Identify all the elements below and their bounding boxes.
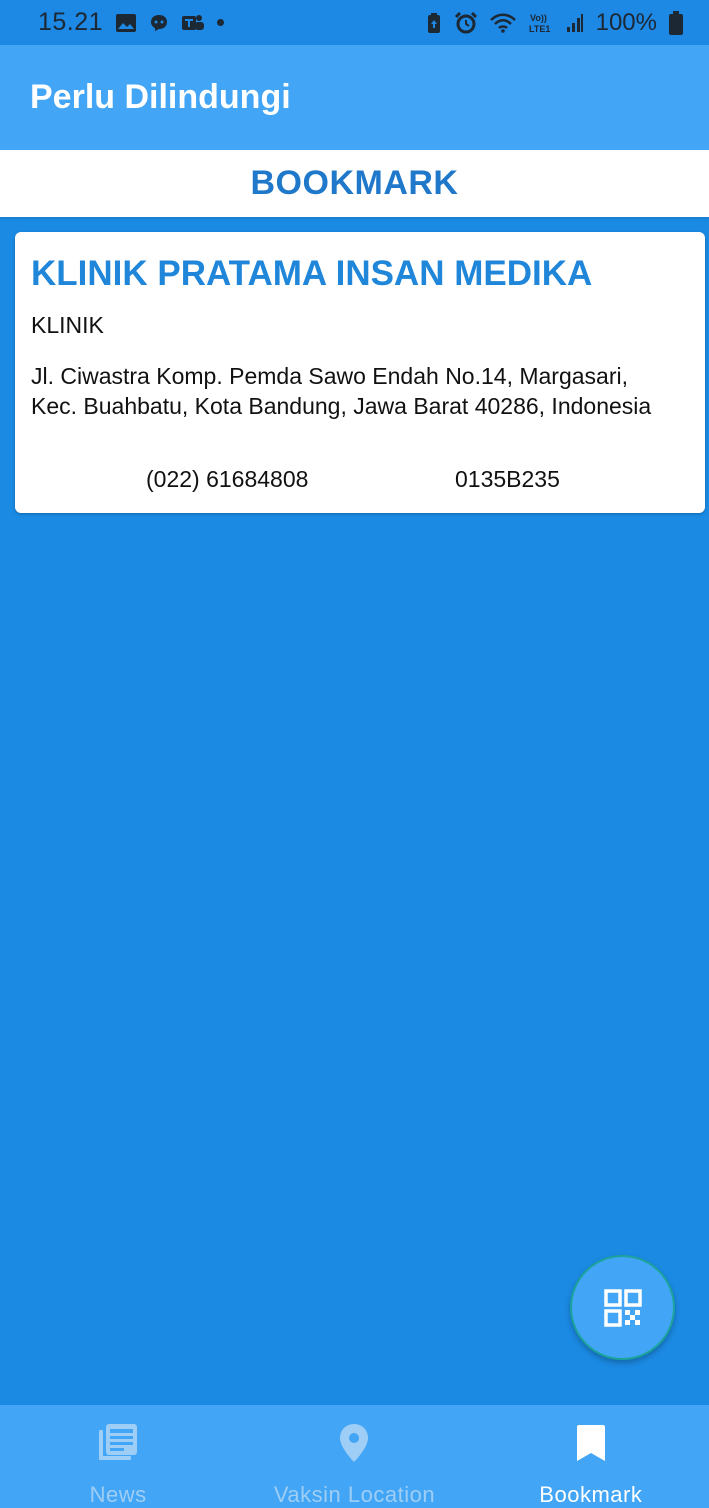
teams-icon — [181, 13, 205, 33]
battery-icon — [669, 10, 683, 35]
notification-dot — [217, 19, 225, 26]
facility-address: Jl. Ciwastra Komp. Pemda Sawo Endah No.1… — [31, 363, 652, 419]
bookmark-icon — [576, 1422, 606, 1464]
facility-type: KLINIK — [31, 312, 104, 338]
battery-percentage: 100% — [595, 8, 657, 36]
status-time: 15.21 — [38, 8, 104, 36]
nav-label-bookmark: Bookmark — [539, 1482, 643, 1507]
card-footer: (022) 61684808 0135B235 — [15, 466, 705, 496]
status-bar: 15.21 Vo)) LTE1 100% — [0, 0, 709, 45]
facility-name: KLINIK PRATAMA INSAN MEDIKA — [31, 254, 593, 293]
alarm-icon — [454, 11, 478, 34]
app-title: Perlu Dilindungi — [30, 78, 291, 116]
gallery-icon — [115, 13, 137, 33]
facility-code: 0135B235 — [455, 466, 560, 492]
wifi-icon — [489, 13, 516, 33]
bookmark-card[interactable]: KLINIK PRATAMA INSAN MEDIKA KLINIK Jl. C… — [15, 232, 705, 513]
news-icon — [98, 1422, 138, 1464]
section-header: BOOKMARK — [0, 150, 709, 217]
signal-icon — [566, 13, 584, 33]
nav-item-news[interactable]: News — [0, 1405, 236, 1508]
facility-phone: (022) 61684808 — [146, 466, 309, 492]
volte-icon: Vo)) LTE1 — [528, 12, 554, 34]
svg-text:Vo)): Vo)) — [530, 13, 547, 23]
status-left: 15.21 — [38, 8, 225, 37]
app-bar: Perlu Dilindungi — [0, 45, 709, 150]
chat-bubble-icon — [149, 13, 169, 33]
screen: 15.21 Vo)) LTE1 100% Perlu Dilindungi BO… — [0, 0, 709, 1508]
svg-text:LTE1: LTE1 — [529, 24, 550, 34]
nav-item-bookmark[interactable]: Bookmark — [473, 1405, 709, 1508]
location-pin-icon — [339, 1422, 369, 1464]
nav-label-news: News — [89, 1482, 147, 1507]
nav-label-vaksin-location: Vaksin Location — [273, 1482, 436, 1507]
bottom-nav: News Vaksin Location Bookmark — [0, 1405, 709, 1508]
nav-item-vaksin-location[interactable]: Vaksin Location — [236, 1405, 472, 1508]
status-right: Vo)) LTE1 100% — [426, 9, 683, 37]
qr-code-icon — [603, 1288, 642, 1327]
battery-saver-icon — [426, 12, 442, 34]
qr-scan-button[interactable] — [570, 1255, 675, 1360]
section-title: BOOKMARK — [250, 164, 459, 202]
